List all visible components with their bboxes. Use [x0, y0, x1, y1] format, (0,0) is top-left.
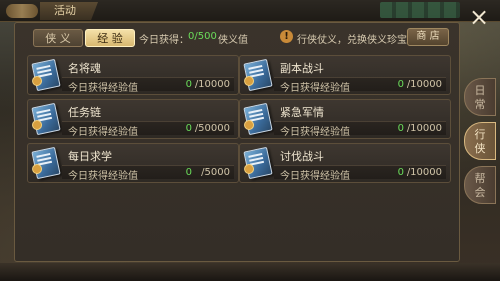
- exp-current: 0: [185, 123, 192, 134]
- exp-max: /10000: [406, 79, 442, 90]
- exp-max: /10000: [194, 79, 230, 90]
- close-button[interactable]: ×: [462, 2, 496, 32]
- activity-panel: 侠 义 经 验 今日获得： 0/500 侠义值 ! 行侠仗义，兑换侠义珍宝 商 …: [14, 22, 460, 262]
- activity-card-jinjijunqing[interactable]: 紧急军情 今日获得经验值 0 /10000: [239, 99, 451, 139]
- exp-label: 今日获得经验值: [280, 127, 350, 138]
- activity-name: 紧急军情: [280, 106, 324, 119]
- exp-current: 0: [185, 79, 192, 90]
- activity-card-renwulian[interactable]: 任务链 今日获得经验值 0 /50000: [27, 99, 239, 139]
- exp-max: /5000: [201, 167, 230, 178]
- exp-current: 0: [185, 167, 192, 178]
- shop-button[interactable]: 商 店: [407, 28, 449, 46]
- activity-name: 名将魂: [68, 62, 101, 75]
- exp-label: 今日获得经验值: [68, 83, 138, 94]
- exp-row: 今日获得经验值 0 /10000: [274, 165, 446, 182]
- exp-max: /50000: [194, 123, 230, 134]
- info-text: 行侠仗义，兑换侠义珍宝: [297, 35, 407, 46]
- tab-jingyan[interactable]: 经 验: [85, 29, 135, 47]
- exp-max: /10000: [406, 123, 442, 134]
- exp-max: /10000: [406, 167, 442, 178]
- book-icon: [243, 102, 273, 136]
- book-icon: [31, 102, 61, 136]
- top-bar: 活动: [0, 0, 500, 22]
- activity-card-taofazhandou[interactable]: 讨伐战斗 今日获得经验值 0 /10000: [239, 143, 451, 183]
- exp-row: 今日获得经验值 0 /10000: [274, 121, 446, 138]
- window-title: 活动: [40, 2, 98, 20]
- info-icon: !: [280, 30, 293, 43]
- exp-row: 今日获得经验值 0 /5000: [62, 165, 234, 182]
- exp-current: 0: [397, 79, 404, 90]
- bottom-rail: [0, 263, 500, 281]
- exp-label: 今日获得经验值: [68, 127, 138, 138]
- book-icon: [243, 146, 273, 180]
- side-tab-label: 日: [474, 84, 486, 97]
- today-gain-label: 今日获得：: [139, 35, 189, 46]
- exp-label: 今日获得经验值: [68, 171, 138, 182]
- activity-name: 每日求学: [68, 150, 112, 163]
- exp-row: 今日获得经验值 0 /10000: [274, 77, 446, 94]
- side-tab-daily[interactable]: 日 常: [464, 78, 496, 116]
- activity-card-fubenzhandou[interactable]: 副本战斗 今日获得经验值 0 /10000: [239, 55, 451, 95]
- title-ornament-icon: [6, 4, 38, 18]
- exp-label: 今日获得经验值: [280, 171, 350, 182]
- resource-bar-icon: [380, 2, 460, 18]
- activity-name: 讨伐战斗: [280, 150, 324, 163]
- book-icon: [31, 58, 61, 92]
- side-tab-xiayi[interactable]: 行 侠: [464, 122, 496, 160]
- activity-card-mingjianghun[interactable]: 名将魂 今日获得经验值 0 /10000: [27, 55, 239, 95]
- activity-name: 任务链: [68, 106, 101, 119]
- activity-name: 副本战斗: [280, 62, 324, 75]
- tab-xiayi[interactable]: 侠 义: [33, 29, 83, 47]
- book-icon: [243, 58, 273, 92]
- exp-current: 0: [397, 167, 404, 178]
- side-tab-label: 常: [474, 98, 486, 111]
- today-gain-value: 0/500: [188, 31, 217, 42]
- side-tab-label: 会: [474, 186, 486, 199]
- side-tab-bangpai[interactable]: 帮 会: [464, 166, 496, 204]
- exp-current: 0: [397, 123, 404, 134]
- exp-row: 今日获得经验值 0 /50000: [62, 121, 234, 138]
- activity-card-meiriqiuxue[interactable]: 每日求学 今日获得经验值 0 /5000: [27, 143, 239, 183]
- exp-label: 今日获得经验值: [280, 83, 350, 94]
- exp-row: 今日获得经验值 0 /10000: [62, 77, 234, 94]
- side-tab-label: 帮: [474, 172, 486, 185]
- side-tab-label: 行: [474, 128, 486, 141]
- side-tab-label: 侠: [474, 142, 486, 155]
- today-gain-unit: 侠义值: [218, 35, 248, 46]
- book-icon: [31, 146, 61, 180]
